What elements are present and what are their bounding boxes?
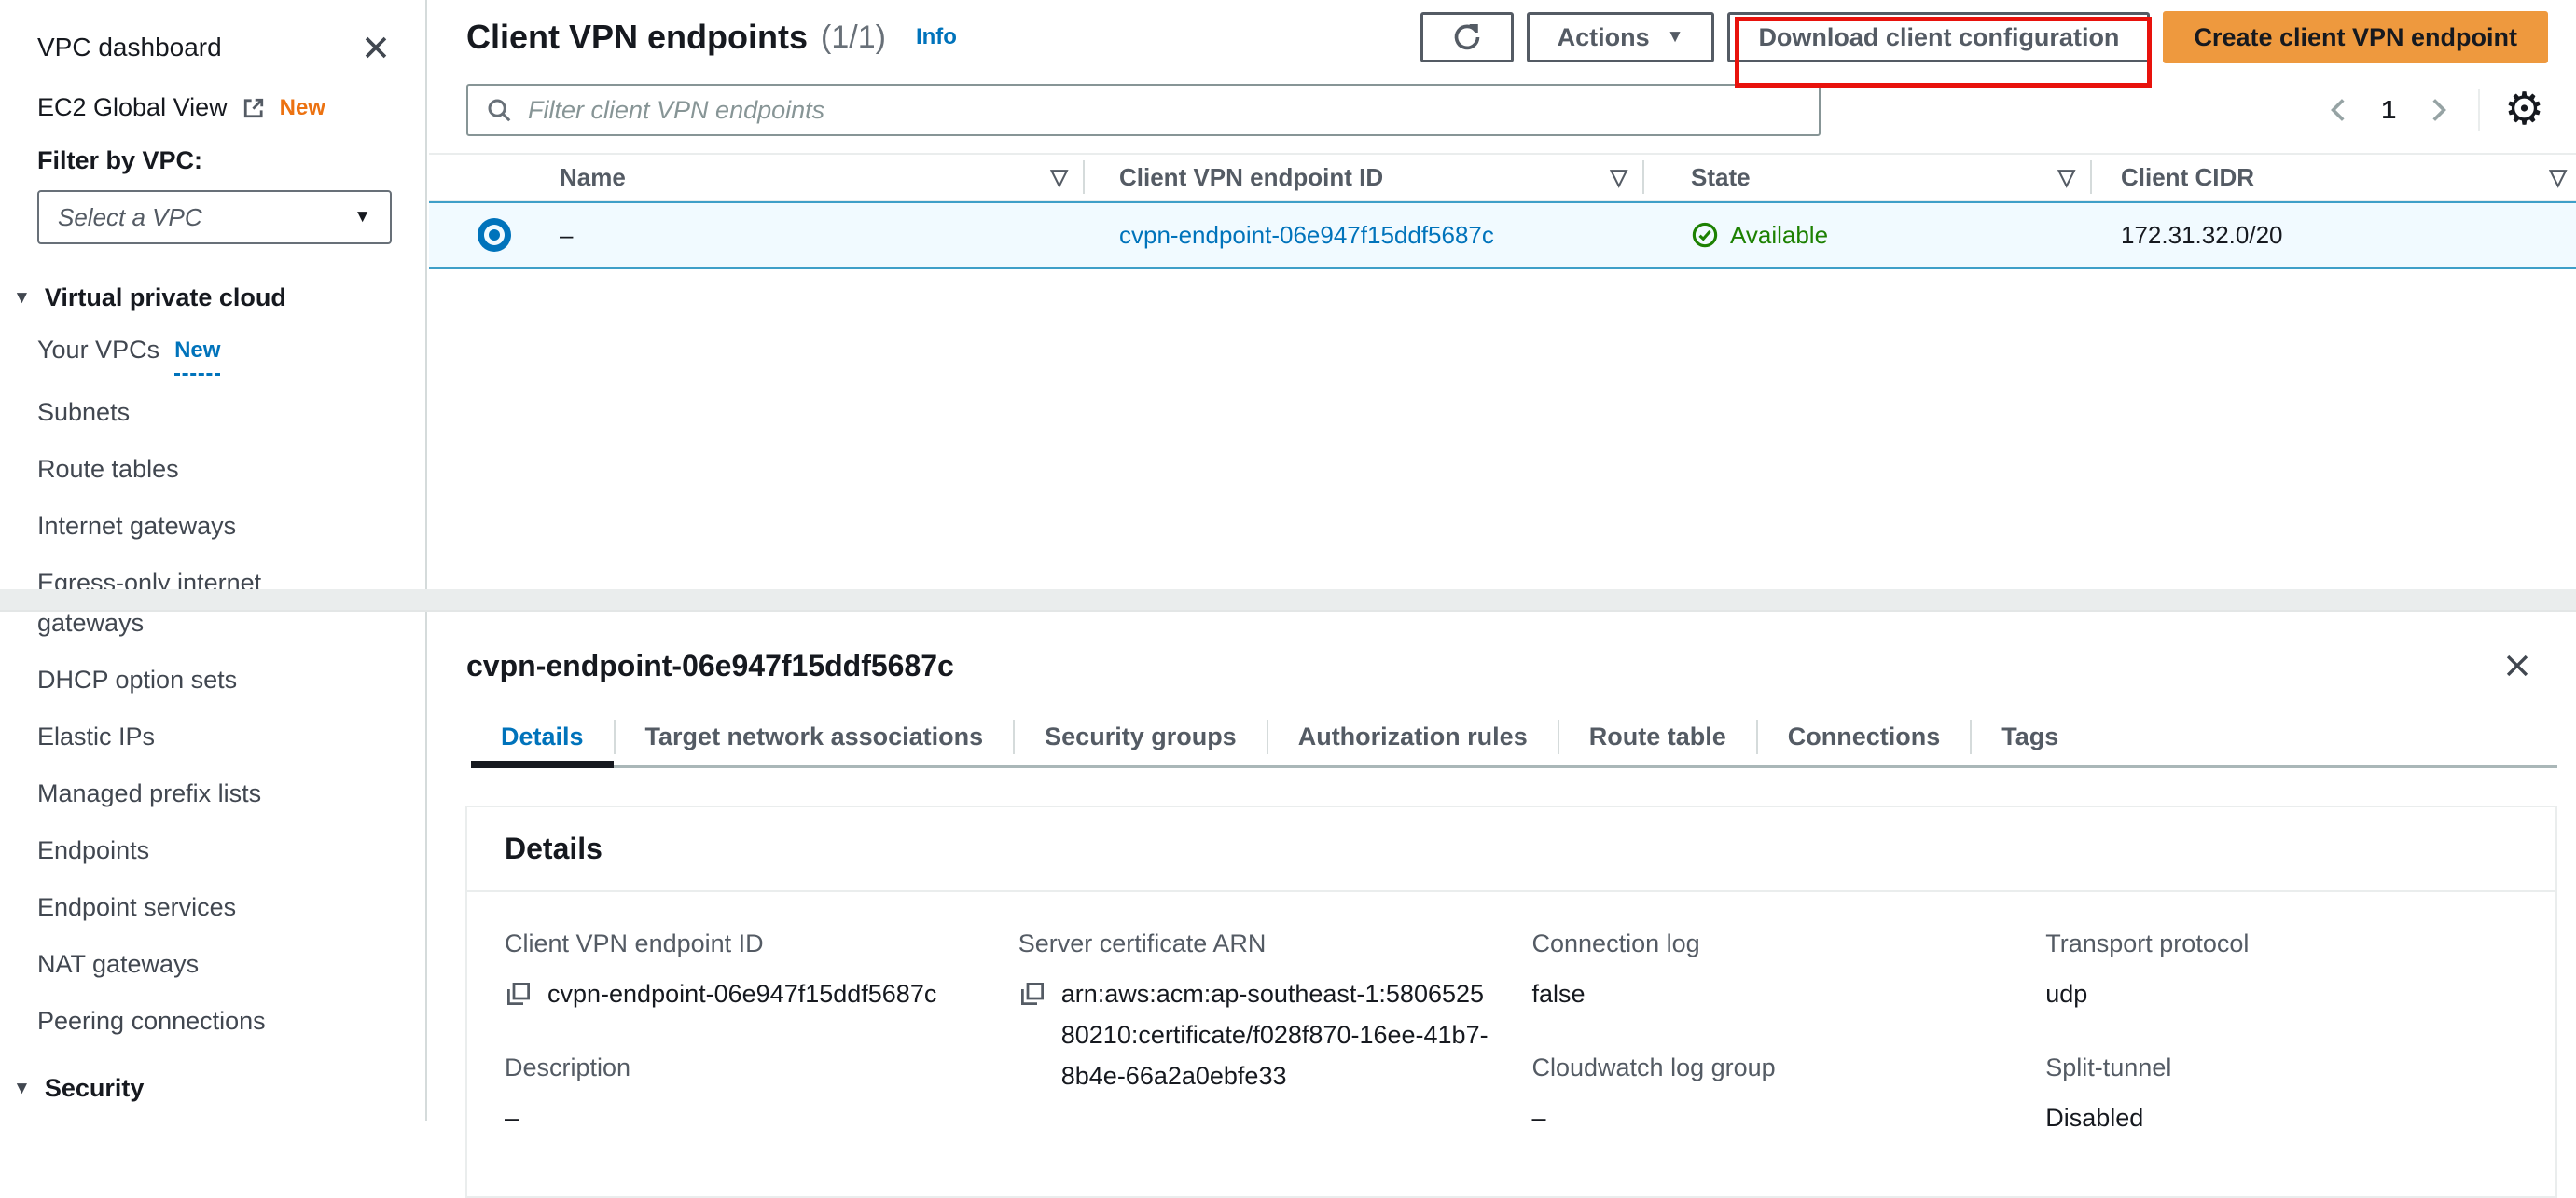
cell-client-cidr: 172.31.32.0/20 [2121, 221, 2283, 250]
field-transport-protocol: Transport protocol udp [2045, 929, 2518, 1014]
details-column-4: Transport protocol udp Split-tunnel Disa… [2045, 929, 2518, 1177]
sort-icon[interactable]: ▽ [1611, 164, 1627, 191]
details-tabs: Details Target network associations Secu… [471, 709, 2557, 768]
download-client-configuration-button[interactable]: Download client configuration [1727, 12, 2150, 62]
ec2-global-view-label: EC2 Global View [37, 93, 228, 122]
create-client-vpn-endpoint-button[interactable]: Create client VPN endpoint [2163, 11, 2548, 63]
tab-details[interactable]: Details [471, 709, 614, 765]
details-card: Details Client VPN endpoint ID cvpn-endp… [465, 806, 2557, 1198]
tab-target-network-associations[interactable]: Target network associations [616, 709, 1014, 765]
section-caret-icon: ▼ [13, 1079, 31, 1099]
details-card-heading: Details [505, 832, 602, 865]
sidebar-item-your-vpcs[interactable]: Your VPCs New [37, 322, 359, 384]
column-header-client-cidr: Client CIDR [2121, 163, 2254, 192]
divider [2478, 89, 2480, 131]
cell-name: – [560, 221, 573, 250]
sort-icon[interactable]: ▽ [2550, 164, 2567, 191]
current-page-number[interactable]: 1 [2381, 95, 2396, 125]
vpc-select[interactable]: Select a VPC ▼ [37, 190, 392, 244]
sidebar-item-managed-prefix-lists[interactable]: Managed prefix lists [37, 765, 359, 822]
field-server-certificate-arn: Server certificate ARN arn:aws:acm:ap-so… [1018, 929, 1491, 1096]
sidebar-title[interactable]: VPC dashboard [37, 33, 222, 62]
table-header-row: Name ▽ Client VPN endpoint ID ▽ State ▽ … [429, 153, 2576, 201]
close-details-panel-icon[interactable] [2501, 650, 2533, 682]
tab-connections[interactable]: Connections [1758, 709, 1971, 765]
field-client-vpn-endpoint-id: Client VPN endpoint ID cvpn-endpoint-06e… [505, 929, 977, 1014]
tab-tags[interactable]: Tags [1972, 709, 2088, 765]
chevron-down-icon: ▼ [353, 207, 371, 227]
new-badge: New [280, 95, 325, 121]
sidebar-item-route-tables[interactable]: Route tables [37, 441, 359, 498]
section-virtual-private-cloud[interactable]: ▼ Virtual private cloud [13, 283, 392, 312]
cell-endpoint-id-link[interactable]: cvpn-endpoint-06e947f15ddf5687c [1119, 221, 1494, 250]
details-panel: cvpn-endpoint-06e947f15ddf5687c Details … [429, 612, 2576, 1121]
page-count: (1/1) [821, 20, 886, 56]
sidebar: VPC dashboard EC2 Global View New Filter… [0, 0, 427, 1121]
page-title: Client VPN endpoints [466, 18, 808, 57]
field-cloudwatch-log-group: Cloudwatch log group – [1532, 1053, 2005, 1138]
sort-icon[interactable]: ▽ [1051, 164, 1068, 191]
sidebar-item-endpoints[interactable]: Endpoints [37, 822, 359, 879]
info-link[interactable]: Info [916, 24, 957, 50]
field-connection-log: Connection log false [1532, 929, 2005, 1014]
filter-input[interactable] [526, 95, 1802, 126]
state-text: Available [1730, 221, 1828, 250]
table-row[interactable]: – cvpn-endpoint-06e947f15ddf5687c Availa… [429, 201, 2576, 269]
chevron-down-icon: ▼ [1667, 27, 1684, 48]
vpc-select-value: Select a VPC [58, 203, 353, 232]
field-description: Description – [505, 1053, 977, 1138]
sidebar-list: Your VPCs New Subnets Route tables Inter… [37, 322, 392, 1050]
actions-button[interactable]: Actions ▼ [1527, 12, 1715, 62]
next-page-icon[interactable] [2422, 94, 2454, 126]
external-link-icon [241, 95, 267, 121]
endpoints-table: Name ▽ Client VPN endpoint ID ▽ State ▽ … [429, 153, 2576, 269]
sidebar-item-elastic-ips[interactable]: Elastic IPs [37, 709, 359, 765]
sidebar-item-dhcp-option-sets[interactable]: DHCP option sets [37, 652, 359, 709]
state-cell: Available [1691, 221, 1828, 250]
filter-box[interactable] [466, 84, 1821, 136]
sidebar-item-peering-connections[interactable]: Peering connections [37, 993, 359, 1050]
close-sidebar-icon[interactable] [360, 32, 392, 63]
details-column-2: Server certificate ARN arn:aws:acm:ap-so… [1018, 929, 1491, 1136]
section-security[interactable]: ▼ Security [13, 1074, 392, 1103]
check-circle-icon [1691, 221, 1719, 249]
search-icon [485, 96, 513, 124]
copy-icon[interactable] [1018, 980, 1046, 1008]
sidebar-item-internet-gateways[interactable]: Internet gateways [37, 498, 359, 555]
pagination: 1 ⚙ [2323, 88, 2544, 132]
tab-security-groups[interactable]: Security groups [1015, 709, 1267, 765]
new-badge[interactable]: New [174, 330, 220, 376]
details-column-1: Client VPN endpoint ID cvpn-endpoint-06e… [505, 929, 977, 1177]
column-header-name: Name [560, 163, 626, 192]
section-caret-icon: ▼ [13, 288, 31, 309]
row-radio-selected[interactable] [478, 218, 511, 252]
refresh-button[interactable] [1420, 12, 1514, 62]
previous-page-icon[interactable] [2323, 94, 2355, 126]
refresh-icon [1451, 21, 1483, 53]
sidebar-item-subnets[interactable]: Subnets [37, 384, 359, 441]
page-header: Client VPN endpoints (1/1) Info Actions … [429, 0, 2576, 63]
panel-split-band [0, 589, 2576, 612]
sidebar-item-nat-gateways[interactable]: NAT gateways [37, 936, 359, 993]
column-header-endpoint-id: Client VPN endpoint ID [1119, 163, 1383, 192]
settings-gear-icon[interactable]: ⚙ [2504, 88, 2544, 132]
filter-by-vpc-label: Filter by VPC: [37, 146, 392, 175]
field-split-tunnel: Split-tunnel Disabled [2045, 1053, 2518, 1138]
details-column-3: Connection log false Cloudwatch log grou… [1532, 929, 2005, 1177]
tab-route-table[interactable]: Route table [1559, 709, 1756, 765]
sidebar-item-endpoint-services[interactable]: Endpoint services [37, 879, 359, 936]
tab-authorization-rules[interactable]: Authorization rules [1268, 709, 1558, 765]
toolbar: 1 ⚙ [429, 82, 2576, 138]
column-header-state: State [1691, 163, 1751, 192]
details-panel-title: cvpn-endpoint-06e947f15ddf5687c [466, 649, 954, 683]
copy-icon[interactable] [505, 980, 533, 1008]
sidebar-item-ec2-global-view[interactable]: EC2 Global View New [37, 93, 392, 122]
sort-icon[interactable]: ▽ [2058, 164, 2075, 191]
